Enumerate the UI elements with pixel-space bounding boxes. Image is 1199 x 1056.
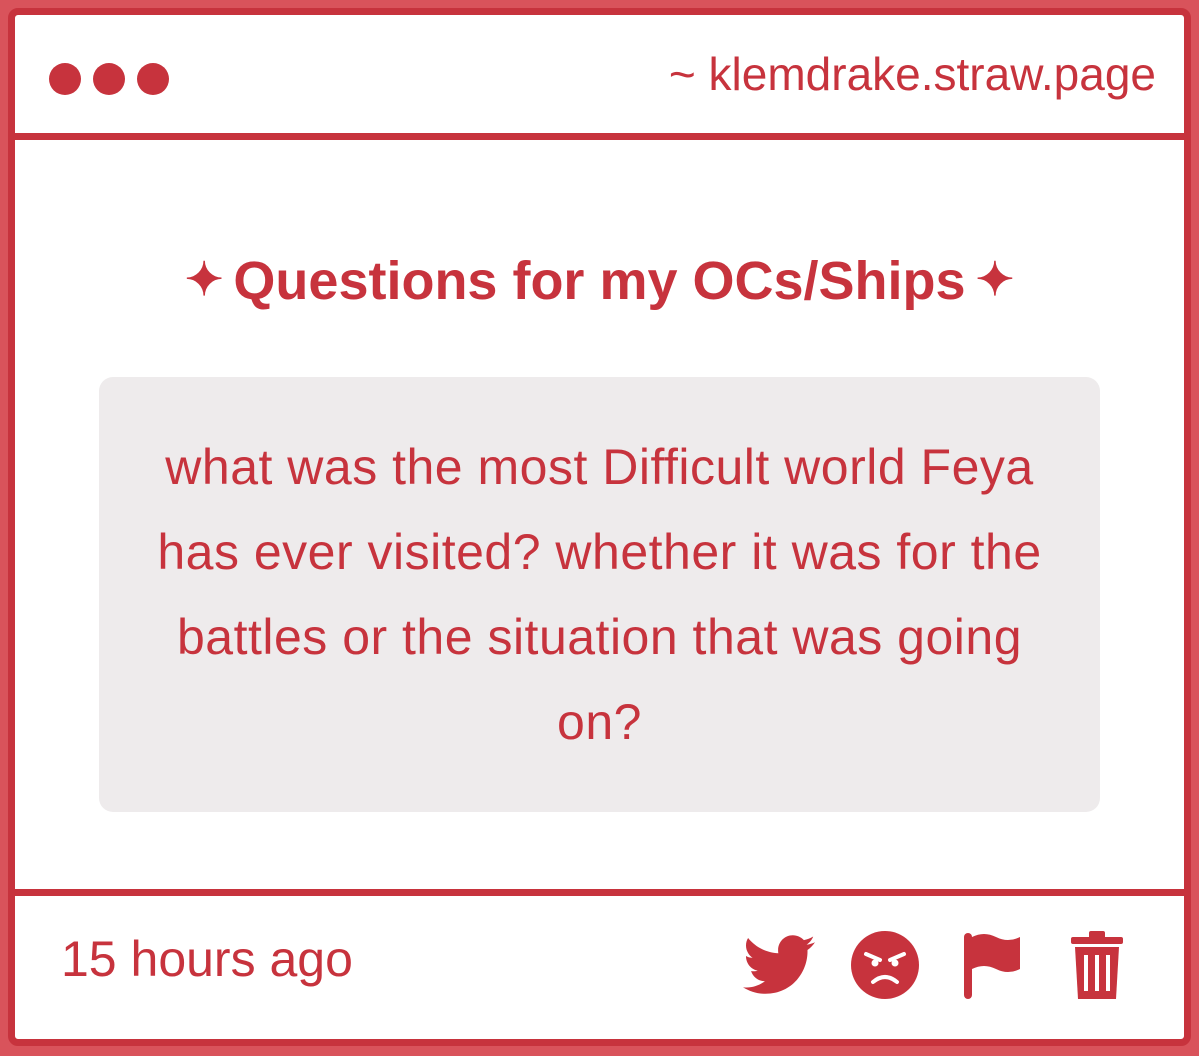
content-area: ✦ Questions for my OCs/Ships ✦ what was th… — [15, 140, 1184, 889]
window-controls — [49, 63, 169, 95]
window-frame: ~ klemdrake.straw.page ✦ Questions for my… — [8, 8, 1191, 1046]
question-text: what was the most Difficult world Feya h… — [157, 438, 1042, 750]
page-title: ✦ Questions for my OCs/Ships ✦ — [15, 250, 1184, 312]
angry-face-icon[interactable] — [848, 928, 922, 1002]
window-dot-1[interactable] — [49, 63, 81, 95]
sparkle-icon: ✦ — [184, 253, 224, 305]
site-url: ~ klemdrake.straw.page — [668, 48, 1156, 100]
flag-icon[interactable] — [954, 928, 1028, 1002]
timestamp: 15 hours ago — [61, 931, 353, 987]
sparkle-icon: ✦ — [975, 253, 1015, 305]
question-card: what was the most Difficult world Feya h… — [99, 377, 1100, 812]
twitter-icon[interactable] — [742, 928, 816, 1002]
page-title-text: Questions for my OCs/Ships — [233, 251, 966, 311]
window-dot-2[interactable] — [93, 63, 125, 95]
title-bar: ~ klemdrake.straw.page — [15, 15, 1184, 140]
trash-icon[interactable] — [1060, 928, 1134, 1002]
action-icons — [742, 928, 1134, 1002]
footer-bar: 15 hours ago — [15, 889, 1184, 1039]
window-dot-3[interactable] — [137, 63, 169, 95]
